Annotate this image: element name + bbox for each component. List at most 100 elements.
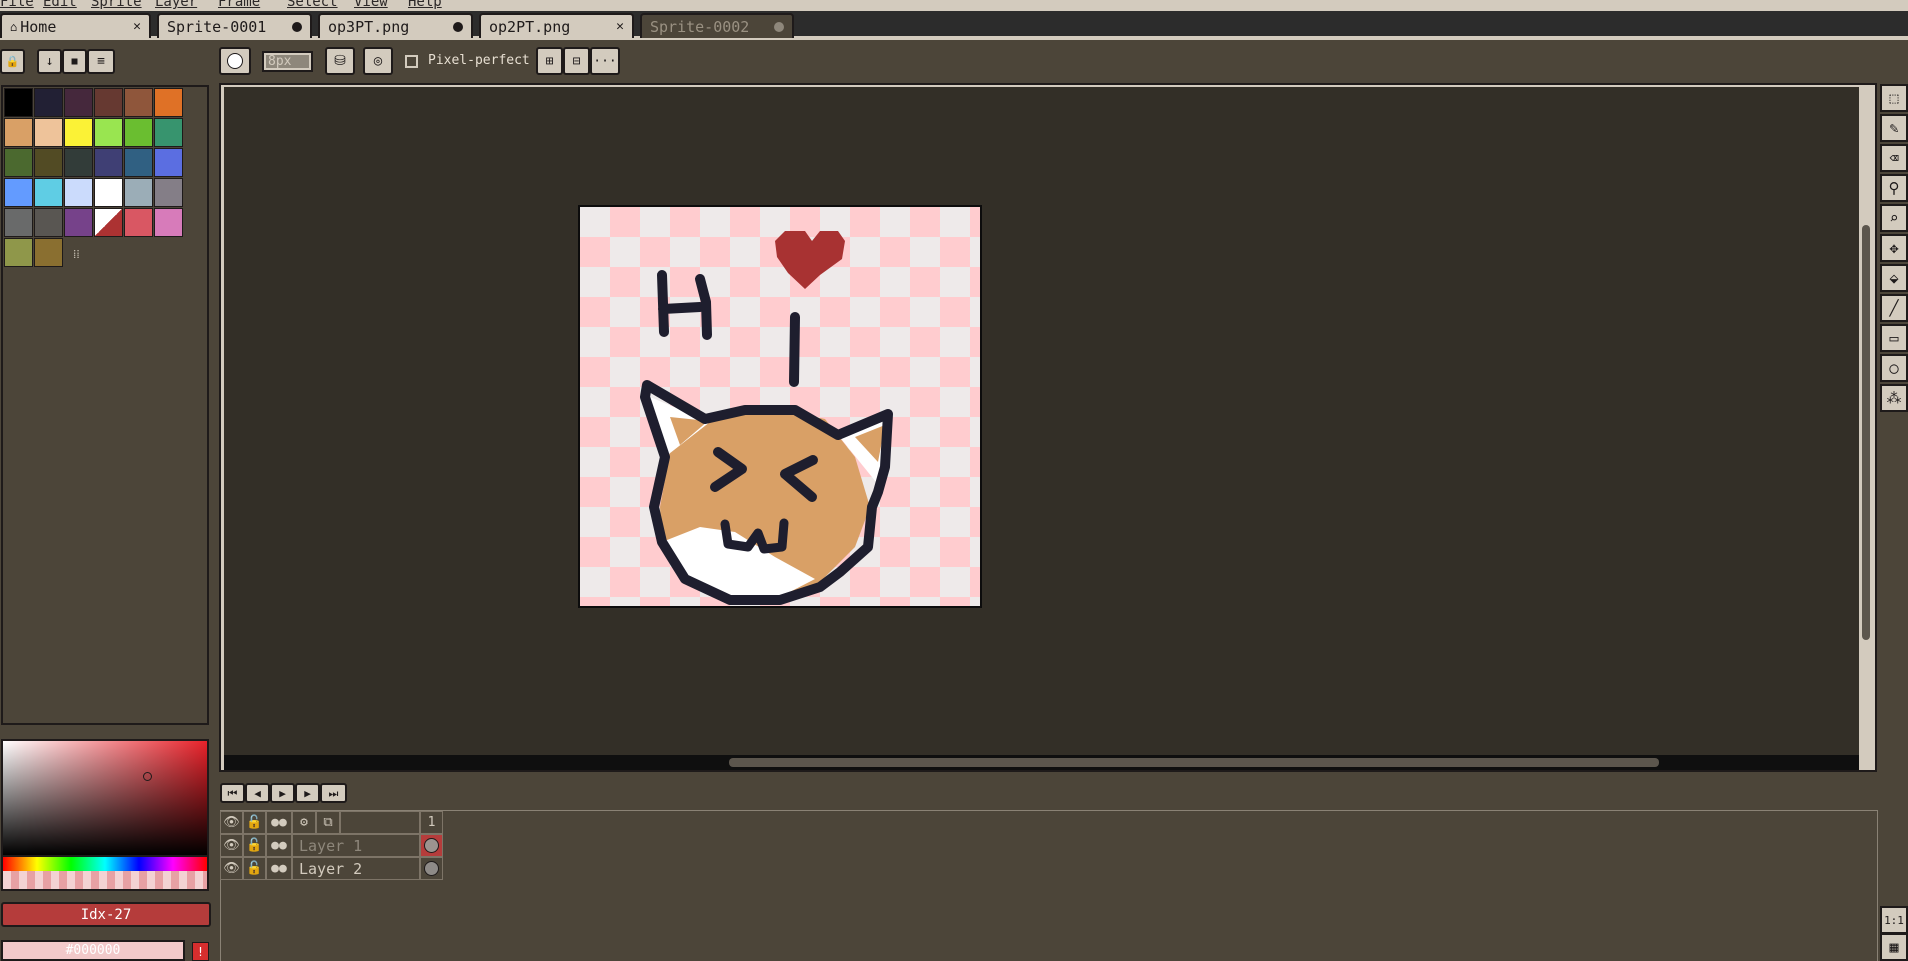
menu-frame[interactable]: Frame: [218, 0, 260, 10]
palette-swatch[interactable]: [34, 148, 63, 177]
palette-swatch[interactable]: [34, 88, 63, 117]
palette-swatch[interactable]: [4, 238, 33, 267]
palette-swatch[interactable]: [64, 118, 93, 147]
palette-swatch[interactable]: [154, 208, 183, 237]
palette-swatch[interactable]: [94, 178, 123, 207]
color-hex-bar[interactable]: #000000: [1, 940, 185, 961]
more-options-button[interactable]: ···: [590, 47, 620, 75]
palette-swatch[interactable]: [94, 118, 123, 147]
palette-lock-button[interactable]: 🔒: [0, 49, 25, 74]
menu-layer[interactable]: Layer: [155, 0, 197, 10]
palette-swatch[interactable]: [64, 178, 93, 207]
palette-swatch[interactable]: [94, 148, 123, 177]
continuous-header[interactable]: ●●: [266, 811, 292, 834]
move-tool-button[interactable]: ✥: [1880, 234, 1908, 262]
next-frame-button[interactable]: ▶: [295, 783, 320, 803]
palette-swatch[interactable]: [64, 148, 93, 177]
vertical-scroll-thumb[interactable]: [1862, 225, 1870, 640]
eyedropper-tool-button[interactable]: ⚲: [1880, 174, 1908, 202]
pencil-tool-button[interactable]: ✎: [1880, 114, 1908, 142]
frame-header-1[interactable]: 1: [420, 811, 443, 834]
palette-resize-handle[interactable]: ⁞⁞: [73, 247, 80, 262]
eraser-tool-button[interactable]: ⌫: [1880, 144, 1908, 172]
palette-swatch[interactable]: [124, 88, 153, 117]
layer-visibility-toggle[interactable]: 👁: [220, 834, 243, 857]
paint-bucket-tool-button[interactable]: ⬙: [1880, 264, 1908, 292]
rectangle-tool-button[interactable]: ▭: [1880, 324, 1908, 352]
brush-size-field[interactable]: 8px: [262, 51, 313, 72]
menu-file[interactable]: File: [0, 0, 34, 10]
palette-swatch[interactable]: [124, 148, 153, 177]
warning-icon[interactable]: !: [192, 942, 209, 961]
palette-swatch[interactable]: [154, 148, 183, 177]
palette-swatch[interactable]: [34, 118, 63, 147]
layer-lock-toggle[interactable]: 🔓: [243, 834, 266, 857]
brush-type-button[interactable]: [219, 47, 251, 75]
sprite-canvas[interactable]: [578, 205, 982, 608]
frame-cel[interactable]: [420, 857, 443, 880]
tab-sprite-0002[interactable]: Sprite-0002: [640, 13, 794, 38]
palette-swatch[interactable]: [94, 88, 123, 117]
palette-swatch[interactable]: [124, 208, 153, 237]
alpha-slider[interactable]: [1, 871, 209, 891]
palette-swatch[interactable]: [4, 178, 33, 207]
ink-type-button[interactable]: ⛁: [325, 47, 355, 75]
menu-help[interactable]: Help: [408, 0, 442, 10]
brush-size-input[interactable]: 8px: [266, 55, 309, 68]
zoom-tool-button[interactable]: ⌕: [1880, 204, 1908, 232]
layer-options-header[interactable]: ⚙: [292, 811, 316, 834]
tab-home[interactable]: ⌂ Home ✕: [0, 13, 151, 38]
timeline-toggle-button[interactable]: ▦: [1880, 933, 1908, 961]
palette-swatch[interactable]: [4, 88, 33, 117]
previous-frame-button[interactable]: ◀: [245, 783, 270, 803]
layer-continuous-toggle[interactable]: ●●: [266, 857, 292, 880]
color-index-bar[interactable]: Idx-27: [1, 902, 211, 927]
palette-swatch[interactable]: [124, 178, 153, 207]
color-spectrum[interactable]: [1, 739, 209, 857]
hue-slider[interactable]: [1, 857, 209, 871]
tab-op3pt[interactable]: op3PT.png: [318, 13, 473, 38]
palette-swatch[interactable]: [4, 208, 33, 237]
palette-sort-button[interactable]: ↓: [37, 49, 62, 74]
opacity-button[interactable]: ◎: [363, 47, 393, 75]
pixel-perfect-checkbox[interactable]: [405, 55, 418, 68]
modified-dot-icon[interactable]: [774, 21, 784, 32]
layer-continuous-toggle[interactable]: ●●: [266, 834, 292, 857]
palette-swatch[interactable]: [34, 238, 63, 267]
palette-presets-button[interactable]: ■: [62, 49, 87, 74]
palette-swatch[interactable]: [4, 148, 33, 177]
ellipse-tool-button[interactable]: ◯: [1880, 354, 1908, 382]
close-icon[interactable]: ✕: [133, 19, 141, 34]
onion-skin-header[interactable]: ⧉: [316, 811, 340, 834]
line-tool-button[interactable]: ╱: [1880, 294, 1908, 322]
zoom-reset-button[interactable]: 1:1: [1880, 906, 1908, 934]
palette-swatch[interactable]: [94, 208, 123, 237]
layer-lock-toggle[interactable]: 🔓: [243, 857, 266, 880]
symmetry-vertical-button[interactable]: ⊞: [536, 47, 563, 75]
menu-select[interactable]: Select: [287, 0, 338, 10]
palette-swatch[interactable]: [154, 178, 183, 207]
palette-swatch[interactable]: [124, 118, 153, 147]
last-frame-button[interactable]: ⏭: [320, 783, 347, 803]
frame-cel-selected[interactable]: [420, 834, 443, 857]
palette-swatch[interactable]: [154, 118, 183, 147]
palette-swatch[interactable]: [34, 208, 63, 237]
first-frame-button[interactable]: ⏮: [220, 783, 245, 803]
layer-visibility-toggle[interactable]: 👁: [220, 857, 243, 880]
palette-swatch[interactable]: [64, 208, 93, 237]
menu-edit[interactable]: Edit: [43, 0, 77, 10]
visibility-header[interactable]: 👁: [220, 811, 243, 834]
palette-swatch[interactable]: [34, 178, 63, 207]
layer-name[interactable]: Layer 1: [292, 834, 420, 857]
canvas-area[interactable]: [224, 87, 1859, 755]
spray-tool-button[interactable]: ⁂: [1880, 384, 1908, 412]
close-icon[interactable]: ✕: [616, 19, 624, 34]
play-button[interactable]: ▶: [270, 783, 295, 803]
palette-options-button[interactable]: ≡: [87, 49, 115, 74]
palette-swatch[interactable]: [4, 118, 33, 147]
palette-swatch[interactable]: [154, 88, 183, 117]
horizontal-scroll-thumb[interactable]: [729, 758, 1659, 767]
menu-view[interactable]: View: [354, 0, 388, 10]
lock-header[interactable]: 🔓: [243, 811, 266, 834]
layer-name[interactable]: Layer 2: [292, 857, 420, 880]
